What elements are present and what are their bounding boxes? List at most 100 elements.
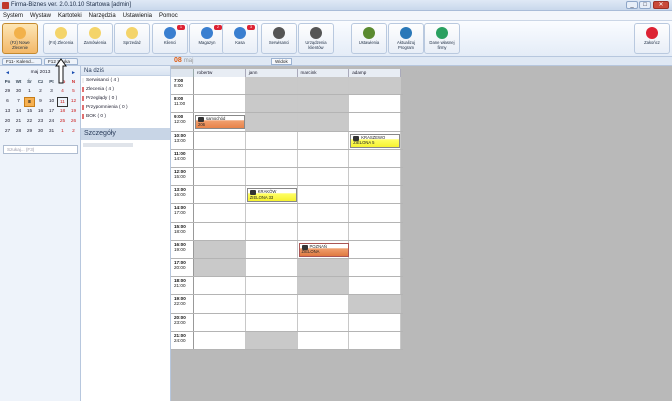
- schedule-cell[interactable]: [297, 113, 350, 131]
- appointment[interactable]: KRASZEWO ZIELONA 5: [350, 133, 401, 148]
- prev-month-button[interactable]: ◄: [5, 69, 10, 77]
- schedule-cell[interactable]: [297, 259, 350, 277]
- calendar-day[interactable]: 29: [2, 87, 13, 97]
- schedule-cell[interactable]: [349, 186, 401, 204]
- calendar-day[interactable]: 2: [68, 127, 79, 137]
- calendar-day[interactable]: 24: [46, 117, 57, 127]
- schedule-cell[interactable]: [194, 186, 246, 204]
- schedule-cell[interactable]: [297, 168, 350, 186]
- schedule-cell[interactable]: [194, 131, 246, 149]
- schedule-cell[interactable]: [194, 313, 246, 331]
- calendar-day[interactable]: 3: [46, 87, 57, 97]
- schedule-cell[interactable]: [297, 295, 350, 313]
- toolbar-button-orders[interactable]: (F4) Zlecenia: [43, 23, 79, 54]
- schedule-cell[interactable]: [349, 313, 401, 331]
- schedule-cell[interactable]: [349, 277, 401, 295]
- calendar-day[interactable]: 8: [24, 97, 35, 107]
- schedule-cell[interactable]: [245, 240, 298, 258]
- calendar-day[interactable]: 14: [13, 107, 24, 117]
- schedule-cell[interactable]: [349, 331, 401, 349]
- schedule-cell[interactable]: [245, 77, 298, 95]
- schedule-cell[interactable]: [194, 168, 246, 186]
- toolbar-button-devices[interactable]: Urządzenia klientów: [298, 23, 334, 54]
- schedule-cell[interactable]: [297, 313, 350, 331]
- menu-system[interactable]: System: [3, 11, 23, 20]
- calendar-day[interactable]: 6: [2, 97, 13, 107]
- calendar-day[interactable]: 10: [46, 97, 57, 107]
- menu-wystaw[interactable]: Wystaw: [30, 11, 51, 20]
- schedule-cell[interactable]: [349, 113, 401, 131]
- calendar-day[interactable]: 12: [68, 97, 79, 107]
- close-button[interactable]: ✕: [653, 1, 669, 9]
- toolbar-button-clients[interactable]: Klienci 1: [152, 23, 188, 54]
- schedule-cell[interactable]: [245, 131, 298, 149]
- maximize-button[interactable]: □: [639, 1, 651, 9]
- minimize-button[interactable]: _: [626, 1, 638, 9]
- toolbar-button-company[interactable]: Dane własnej firmy: [424, 23, 460, 54]
- calendar-day[interactable]: 23: [35, 117, 46, 127]
- schedule-cell[interactable]: [194, 277, 246, 295]
- calendar-day[interactable]: 26: [68, 117, 79, 127]
- schedule-cell[interactable]: [194, 149, 246, 167]
- schedule-cell[interactable]: [297, 186, 350, 204]
- menu-pomoc[interactable]: Pomoc: [159, 11, 178, 20]
- toolbar-button-new-order[interactable]: (F2) Nowe Zlecenie: [2, 23, 38, 54]
- appointment[interactable]: KRAKÓW ZIELONA 33: [246, 188, 297, 203]
- schedule-cell[interactable]: [297, 95, 350, 113]
- schedule-cell[interactable]: [297, 77, 350, 95]
- schedule-cell[interactable]: [297, 149, 350, 167]
- stat-item[interactable]: Zlecenia ( 4 ): [81, 85, 170, 94]
- stat-item[interactable]: BOK ( 0 ): [81, 112, 170, 121]
- schedule-cell[interactable]: [194, 331, 246, 349]
- calendar-day[interactable]: 17: [46, 107, 57, 117]
- toolbar-button-cash[interactable]: Kasa 3: [222, 23, 258, 54]
- schedule-cell[interactable]: [245, 331, 298, 349]
- schedule-cell[interactable]: [194, 95, 246, 113]
- calendar-day[interactable]: 28: [13, 127, 24, 137]
- schedule-cell[interactable]: [194, 77, 246, 95]
- calendar-day[interactable]: 18: [57, 107, 68, 117]
- schedule-cell[interactable]: [245, 222, 298, 240]
- calendar-day[interactable]: 30: [13, 87, 24, 97]
- toolbar-button-purchase[interactable]: Zamówienia: [77, 23, 113, 54]
- toolbar-button-update[interactable]: Aktualizuj Program: [388, 23, 424, 54]
- calendar-day[interactable]: 7: [13, 97, 24, 107]
- calendar-day[interactable]: 29: [24, 127, 35, 137]
- calendar-day[interactable]: 1: [57, 127, 68, 137]
- calendar-day[interactable]: 31: [46, 127, 57, 137]
- stat-item[interactable]: Przeglądy ( 0 ): [81, 94, 170, 103]
- tab-search[interactable]: F12 Szuka: [44, 58, 78, 65]
- schedule-cell[interactable]: [194, 295, 246, 313]
- calendar-day[interactable]: 25: [57, 117, 68, 127]
- schedule-cell[interactable]: [245, 295, 298, 313]
- calendar-day[interactable]: 9: [35, 97, 46, 107]
- menu-narzedzia[interactable]: Narzędzia: [89, 11, 116, 20]
- toolbar-button-technicians[interactable]: Serwisanci: [261, 23, 297, 54]
- schedule-cell[interactable]: [245, 277, 298, 295]
- schedule-cell[interactable]: [349, 259, 401, 277]
- calendar-day[interactable]: 11: [57, 97, 68, 107]
- appointment[interactable]: POZNAŃ ZIELONA: [298, 242, 349, 257]
- menu-kartoteki[interactable]: Kartoteki: [58, 11, 82, 20]
- calendar-day[interactable]: 16: [35, 107, 46, 117]
- schedule-cell[interactable]: [349, 240, 401, 258]
- schedule-cell[interactable]: [245, 168, 298, 186]
- calendar-day[interactable]: 1: [24, 87, 35, 97]
- schedule-cell[interactable]: [349, 168, 401, 186]
- stat-item[interactable]: Serwisanci ( 4 ): [81, 76, 170, 85]
- schedule-cell[interactable]: [297, 277, 350, 295]
- search-input[interactable]: Szukaj... (F3): [3, 145, 78, 154]
- calendar-day[interactable]: 21: [13, 117, 24, 127]
- schedule-cell[interactable]: [349, 149, 401, 167]
- calendar-day[interactable]: 22: [24, 117, 35, 127]
- next-month-button[interactable]: ►: [71, 69, 76, 77]
- calendar-day[interactable]: 19: [68, 107, 79, 117]
- view-button[interactable]: Widok: [271, 58, 292, 65]
- stat-item[interactable]: Przypomnienia ( 0 ): [81, 103, 170, 112]
- toolbar-button-sales[interactable]: Sprzedaż: [114, 23, 150, 54]
- calendar-day[interactable]: 20: [2, 117, 13, 127]
- toolbar-button-warehouse[interactable]: Magazyn 2: [189, 23, 225, 54]
- schedule-cell[interactable]: [245, 113, 298, 131]
- calendar-day[interactable]: 2: [35, 87, 46, 97]
- schedule-cell[interactable]: [349, 222, 401, 240]
